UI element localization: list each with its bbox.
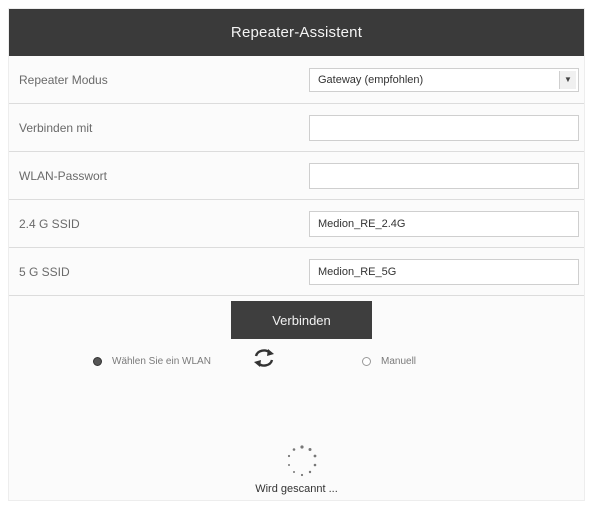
wlan-password-input[interactable] xyxy=(309,162,579,189)
radio-checked-icon[interactable] xyxy=(93,357,102,366)
ssid-5g-row: 5 G SSID Medion_RE_5G xyxy=(9,248,584,296)
ssid-5g-input[interactable]: Medion_RE_5G xyxy=(309,258,579,285)
ssid-24g-label: 2.4 G SSID xyxy=(19,216,80,231)
scanning-status: Wird gescannt ... xyxy=(255,483,338,495)
connect-with-row: Verbinden mit xyxy=(9,104,584,152)
manual-label: Manuell xyxy=(381,356,417,367)
select-wlan-radio[interactable]: Wählen Sie ein WLAN xyxy=(93,356,211,367)
panel-header: Repeater-Assistent xyxy=(9,9,584,56)
ssid-24g-row: 2.4 G SSID Medion_RE_2.4G xyxy=(9,200,584,248)
scan-options: Wählen Sie ein WLAN Manuell xyxy=(9,349,584,375)
connect-with-input[interactable] xyxy=(309,114,579,141)
repeater-mode-label: Repeater Modus xyxy=(19,72,108,87)
repeater-mode-value: Gateway (empfohlen) xyxy=(318,73,424,86)
repeater-mode-select[interactable]: Gateway (empfohlen) ▼ xyxy=(309,67,579,92)
connect-button[interactable]: Verbinden xyxy=(231,301,372,339)
repeater-mode-row: Repeater Modus Gateway (empfohlen) ▼ xyxy=(9,56,584,104)
refresh-icon[interactable] xyxy=(252,347,276,369)
panel-title: Repeater-Assistent xyxy=(230,24,363,41)
select-wlan-label: Wählen Sie ein WLAN xyxy=(112,356,211,367)
repeater-assistant-panel: Repeater-Assistent Repeater Modus Gatewa… xyxy=(8,8,585,501)
radio-unchecked-icon[interactable] xyxy=(362,357,371,366)
connect-with-label: Verbinden mit xyxy=(19,120,93,135)
ssid-5g-label: 5 G SSID xyxy=(19,264,70,279)
chevron-down-icon[interactable]: ▼ xyxy=(559,70,576,89)
wlan-password-row: WLAN-Passwort xyxy=(9,152,584,200)
loading-spinner-icon xyxy=(287,445,317,477)
ssid-24g-input[interactable]: Medion_RE_2.4G xyxy=(309,210,579,237)
manual-radio[interactable]: Manuell xyxy=(362,356,416,367)
wlan-password-label: WLAN-Passwort xyxy=(19,168,108,183)
